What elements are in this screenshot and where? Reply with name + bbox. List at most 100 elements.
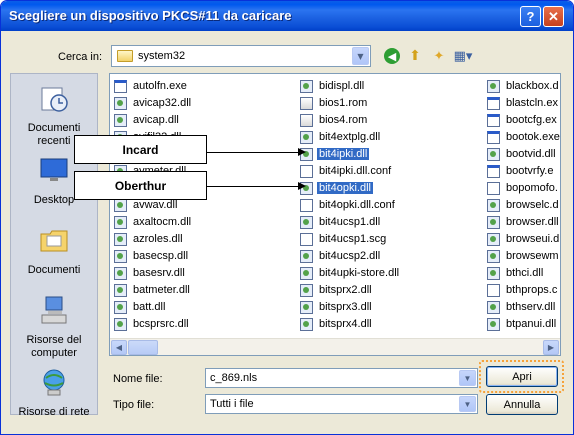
file-item[interactable]: basecsp.dll (114, 248, 190, 264)
file-item[interactable]: avicap.dll (114, 112, 181, 128)
file-item[interactable]: bootcfg.ex (487, 112, 559, 128)
dll-file-icon (487, 198, 500, 212)
place-network[interactable]: Risorse di rete (11, 366, 97, 419)
scroll-right-icon[interactable]: ▶ (543, 340, 559, 355)
open-button[interactable]: Apri (486, 366, 558, 387)
file-item[interactable]: bit4ipki.dll.conf (300, 163, 393, 179)
up-folder-icon[interactable]: ⬆ (406, 47, 424, 65)
file-item[interactable]: avicap32.dll (114, 95, 193, 111)
file-item[interactable]: basesrv.dll (114, 265, 187, 281)
file-item[interactable]: bit4opki.dll (300, 180, 373, 196)
file-name: bitsprx3.dll (319, 301, 372, 313)
file-item[interactable]: azroles.dll (114, 231, 185, 247)
file-item[interactable]: autolfn.exe (114, 78, 189, 94)
file-name: browser.dll (506, 216, 559, 228)
chevron-down-icon[interactable]: ▼ (459, 370, 476, 386)
exe-file-icon (487, 164, 500, 178)
file-item[interactable]: browseui.d (487, 231, 560, 247)
file-item[interactable]: browselc.d (487, 197, 560, 213)
file-item[interactable]: bit4ucsp1.dll (300, 214, 382, 230)
file-item[interactable]: bios4.rom (300, 112, 369, 128)
file-item[interactable]: bopomofo. (487, 180, 560, 196)
scroll-thumb[interactable] (128, 340, 158, 355)
callout-incard-line (207, 152, 299, 153)
exe-file-icon (487, 96, 500, 110)
dll-file-icon (114, 283, 127, 297)
dll-file-icon (300, 130, 313, 144)
file-item[interactable]: bthprops.c (487, 282, 559, 298)
file-item[interactable]: bitsprx3.dll (300, 299, 374, 315)
filename-combo[interactable]: c_869.nls ▼ (205, 368, 478, 388)
dll-file-icon (300, 317, 313, 331)
file-name: bthci.dll (506, 267, 544, 279)
back-icon[interactable]: ◀ (384, 48, 400, 64)
lookin-dropdown[interactable]: system32 ▼ (111, 45, 371, 67)
file-item[interactable]: bit4opki.dll.conf (300, 197, 397, 213)
file-item[interactable]: bthci.dll (487, 265, 545, 281)
file-item[interactable]: bit4upki-store.dll (300, 265, 401, 281)
filetype-value: Tutti i file (210, 398, 254, 410)
place-my-computer[interactable]: Risorse del computer (11, 294, 97, 360)
file-item[interactable]: bootok.exe (487, 129, 560, 145)
file-item[interactable]: bootvrfy.e (487, 163, 556, 179)
file-item[interactable]: axaltocm.dll (114, 214, 193, 230)
file-item[interactable]: batmeter.dll (114, 282, 192, 298)
dll-file-icon (487, 232, 500, 246)
file-item[interactable]: bit4ipki.dll (300, 146, 370, 162)
close-button[interactable]: ✕ (543, 6, 564, 27)
file-list[interactable]: autolfn.exeavicap32.dllavicap.dllavifil3… (109, 73, 561, 356)
cancel-button[interactable]: Annulla (486, 394, 558, 415)
dll-file-icon (487, 266, 500, 280)
filetype-label: Tipo file: (113, 399, 155, 411)
view-menu-icon[interactable]: ▦▾ (454, 47, 473, 65)
file-item[interactable]: btpanui.dll (487, 316, 558, 332)
dll-file-icon (114, 232, 127, 246)
file-item[interactable]: bcsprsrc.dll (114, 316, 191, 332)
dll-file-icon (487, 249, 500, 263)
dll-file-icon (300, 266, 313, 280)
scroll-left-icon[interactable]: ◀ (111, 340, 127, 355)
file-name: avicap32.dll (133, 97, 192, 109)
file-item[interactable]: bitsprx4.dll (300, 316, 374, 332)
dll-file-icon (114, 113, 127, 127)
filename-value[interactable]: c_869.nls (210, 372, 257, 384)
file-name: bit4upki-store.dll (319, 267, 400, 279)
dll-file-icon (114, 300, 127, 314)
place-label: Risorse del computer (26, 334, 82, 359)
place-documents[interactable]: Documenti (11, 224, 97, 277)
file-name: blastcln.ex (506, 97, 558, 109)
file-item[interactable]: blackbox.d (487, 78, 560, 94)
file-name: basecsp.dll (133, 250, 189, 262)
file-item[interactable]: blastcln.ex (487, 95, 560, 111)
new-folder-icon[interactable]: ✦ (430, 47, 448, 65)
desktop-icon (40, 158, 68, 181)
file-item[interactable]: bios1.rom (300, 95, 369, 111)
dll-file-icon (487, 300, 500, 314)
title-bar: Scegliere un dispositivo PKCS#11 da cari… (1, 1, 573, 31)
file-name: bios1.rom (319, 97, 368, 109)
chevron-down-icon[interactable]: ▼ (459, 396, 476, 412)
file-name: bit4opki.dll.conf (319, 199, 395, 211)
file-item[interactable]: batt.dll (114, 299, 167, 315)
file-item[interactable]: bit4extplg.dll (300, 129, 382, 145)
horizontal-scrollbar[interactable]: ◀ ▶ (110, 338, 560, 355)
txt-file-icon (300, 198, 313, 212)
file-item[interactable]: bootvid.dll (487, 146, 558, 162)
file-item[interactable]: browsewm (487, 248, 560, 264)
help-button[interactable]: ? (520, 6, 541, 27)
filetype-combo[interactable]: Tutti i file ▼ (205, 394, 478, 414)
file-item[interactable]: bitsprx2.dll (300, 282, 374, 298)
file-item[interactable]: bthserv.dll (487, 299, 557, 315)
file-item[interactable]: bit4ucsp2.dll (300, 248, 382, 264)
file-item[interactable]: bidispl.dll (300, 78, 366, 94)
file-name: bit4extplg.dll (319, 131, 381, 143)
documents-folder-icon (40, 230, 68, 252)
places-bar: Documenti recenti Desktop Documenti Riso… (10, 73, 98, 418)
txt-file-icon (300, 232, 313, 246)
file-name: bootok.exe (506, 131, 560, 143)
chevron-down-icon[interactable]: ▼ (352, 47, 369, 65)
file-name: blackbox.d (506, 80, 559, 92)
file-name: btpanui.dll (506, 318, 557, 330)
file-item[interactable]: bit4ucsp1.scg (300, 231, 388, 247)
file-item[interactable]: browser.dll (487, 214, 560, 230)
